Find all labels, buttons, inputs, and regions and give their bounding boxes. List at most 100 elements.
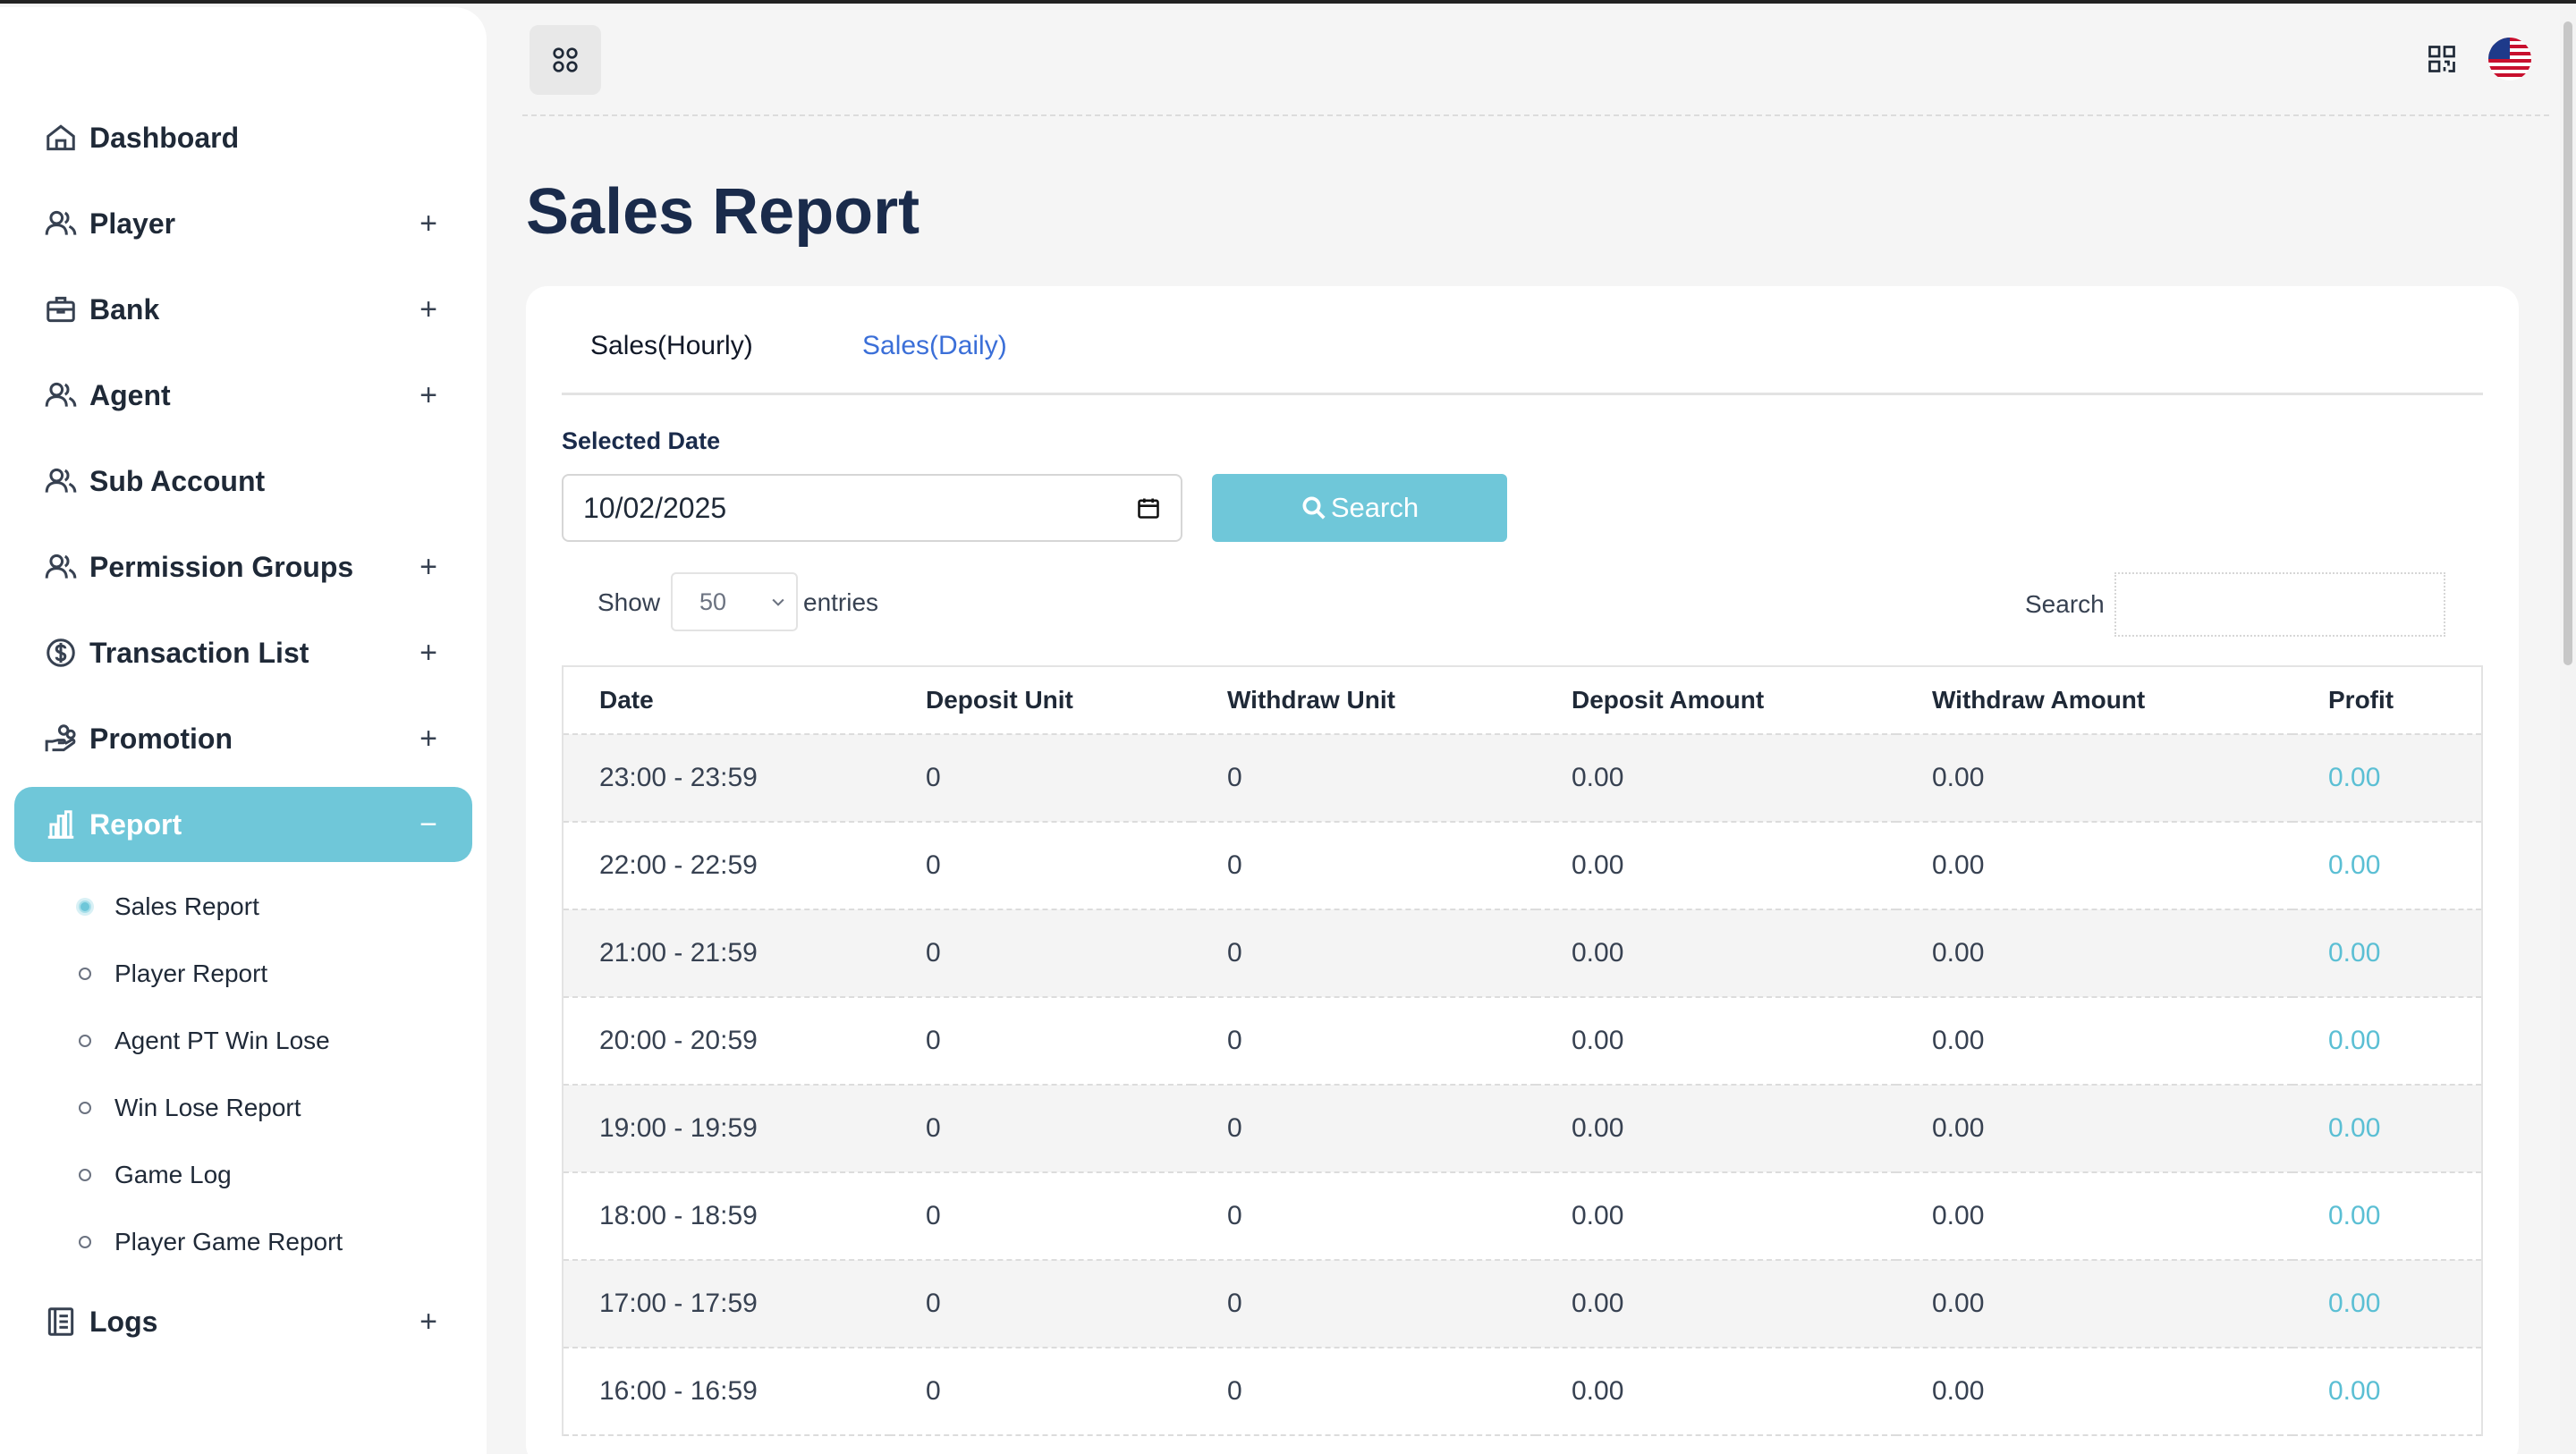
- submenu-item-player-report[interactable]: Player Report: [14, 940, 472, 1007]
- cell-deposit-unit: 0: [890, 1085, 1191, 1173]
- cell-withdraw-unit: 0: [1191, 822, 1536, 910]
- table-row: 20:00 - 20:59 0 0 0.00 0.00 0.00: [562, 997, 2483, 1086]
- column-header-date[interactable]: Date: [562, 665, 890, 735]
- cell-withdraw-amount: 0.00: [1896, 1172, 2292, 1261]
- submenu-item-win-lose-report[interactable]: Win Lose Report: [14, 1074, 472, 1141]
- page-scrollbar[interactable]: [2560, 4, 2576, 1454]
- submenu-item-label: Player Report: [114, 959, 268, 987]
- cell-profit: 0.00: [2292, 822, 2483, 910]
- sidebar-item-label: Transaction List: [89, 636, 309, 669]
- sidebar-item-label: Player: [89, 207, 176, 240]
- cell-deposit-unit: 0: [890, 734, 1191, 823]
- expand-plus-icon: +: [419, 1304, 437, 1339]
- column-header-profit[interactable]: Profit: [2292, 665, 2483, 735]
- sidebar-item-bank[interactable]: Bank +: [14, 272, 472, 347]
- table-search-input[interactable]: [2114, 572, 2445, 637]
- cell-deposit-unit: 0: [890, 1260, 1191, 1348]
- qr-code-icon[interactable]: [2426, 43, 2458, 75]
- cell-deposit-unit: 0: [890, 909, 1191, 998]
- sidebar-item-agent[interactable]: Agent +: [14, 358, 472, 433]
- cell-withdraw-unit: 0: [1191, 909, 1536, 998]
- entries-label: entries: [803, 588, 879, 616]
- cell-profit: 0.00: [2292, 734, 2483, 823]
- tab-sales-daily[interactable]: Sales(Daily): [862, 331, 1007, 361]
- cell-date: 23:00 - 23:59: [562, 734, 890, 823]
- submenu-item-label: Win Lose Report: [114, 1093, 301, 1121]
- cell-date: 17:00 - 17:59: [562, 1260, 890, 1348]
- sidebar-item-promotion[interactable]: Promotion +: [14, 701, 472, 776]
- expand-plus-icon: +: [419, 206, 437, 241]
- search-button[interactable]: Search: [1212, 474, 1507, 542]
- column-header-deposit-amount[interactable]: Deposit Amount: [1536, 665, 1896, 735]
- bar-chart-icon: [43, 807, 79, 842]
- sidebar-item-report[interactable]: Report −: [14, 787, 472, 862]
- column-header-withdraw-amount[interactable]: Withdraw Amount: [1896, 665, 2292, 735]
- expand-plus-icon: +: [419, 377, 437, 412]
- bullet-icon: [79, 1168, 91, 1181]
- date-value: 10/02/2025: [583, 491, 727, 524]
- cell-withdraw-unit: 0: [1191, 1085, 1536, 1173]
- table-row: 18:00 - 18:59 0 0 0.00 0.00 0.00: [562, 1172, 2483, 1261]
- sidebar-item-transaction-list[interactable]: Transaction List +: [14, 615, 472, 690]
- table-row: 17:00 - 17:59 0 0 0.00 0.00 0.00: [562, 1260, 2483, 1348]
- table-row: 22:00 - 22:59 0 0 0.00 0.00 0.00: [562, 822, 2483, 910]
- cell-profit: 0.00: [2292, 1348, 2483, 1436]
- calendar-icon[interactable]: [1136, 495, 1161, 520]
- document-icon: [43, 1304, 79, 1340]
- cell-deposit-amount: 0.00: [1536, 909, 1896, 998]
- cell-withdraw-amount: 0.00: [1896, 822, 2292, 910]
- sidebar-item-label: Promotion: [89, 722, 233, 755]
- sidebar-item-label: Logs: [89, 1305, 158, 1338]
- submenu-item-sales-report[interactable]: Sales Report: [14, 873, 472, 940]
- sidebar-item-label: Report: [89, 807, 182, 841]
- cell-date: 19:00 - 19:59: [562, 1085, 890, 1173]
- users-icon: [43, 377, 79, 413]
- sidebar-item-dashboard[interactable]: Dashboard: [14, 100, 472, 175]
- table-header-row: Date Deposit Unit Withdraw Unit Deposit …: [562, 665, 2483, 735]
- cell-withdraw-amount: 0.00: [1896, 1085, 2292, 1173]
- sidebar-item-player[interactable]: Player +: [14, 186, 472, 261]
- sidebar-item-logs[interactable]: Logs +: [14, 1284, 472, 1359]
- window-top-border: [0, 0, 2576, 4]
- expand-plus-icon: +: [419, 549, 437, 584]
- us-flag-icon[interactable]: [2488, 38, 2531, 80]
- bullet-icon: [79, 900, 91, 913]
- cell-date: 18:00 - 18:59: [562, 1172, 890, 1261]
- table-row: 16:00 - 16:59 0 0 0.00 0.00 0.00: [562, 1348, 2483, 1436]
- submenu-item-agent-pt-win-lose[interactable]: Agent PT Win Lose: [14, 1007, 472, 1074]
- expand-plus-icon: +: [419, 635, 437, 670]
- submenu-item-game-log[interactable]: Game Log: [14, 1141, 472, 1208]
- sidebar-item-permission-groups[interactable]: Permission Groups +: [14, 529, 472, 604]
- cell-deposit-amount: 0.00: [1536, 734, 1896, 823]
- column-header-deposit-unit[interactable]: Deposit Unit: [890, 665, 1191, 735]
- bullet-icon: [79, 1235, 91, 1248]
- cell-withdraw-amount: 0.00: [1896, 909, 2292, 998]
- cell-profit: 0.00: [2292, 1172, 2483, 1261]
- expand-plus-icon: +: [419, 721, 437, 756]
- dollar-circle-icon: [43, 635, 79, 671]
- submenu-item-player-game-report[interactable]: Player Game Report: [14, 1208, 472, 1275]
- chevron-down-icon: [772, 598, 784, 606]
- cell-deposit-amount: 0.00: [1536, 1085, 1896, 1173]
- sidebar: Dashboard Player + Bank + Agent + Sub Ac…: [0, 7, 487, 1454]
- cell-deposit-unit: 0: [890, 997, 1191, 1086]
- scrollbar-thumb[interactable]: [2563, 21, 2572, 665]
- collapse-minus-icon: −: [419, 807, 437, 841]
- column-header-withdraw-unit[interactable]: Withdraw Unit: [1191, 665, 1536, 735]
- search-button-label: Search: [1330, 492, 1419, 523]
- cell-deposit-amount: 0.00: [1536, 997, 1896, 1086]
- grid-icon: [553, 47, 578, 72]
- date-input[interactable]: 10/02/2025: [562, 474, 1182, 542]
- cell-withdraw-amount: 0.00: [1896, 1260, 2292, 1348]
- search-icon: [1302, 496, 1326, 520]
- table-row: 21:00 - 21:59 0 0 0.00 0.00 0.00: [562, 909, 2483, 998]
- menu-toggle-button[interactable]: [530, 25, 601, 95]
- entries-select[interactable]: 50: [671, 572, 798, 631]
- sidebar-item-sub-account[interactable]: Sub Account: [14, 444, 472, 519]
- bullet-icon: [79, 1034, 91, 1047]
- sidebar-item-label: Sub Account: [89, 464, 266, 497]
- cell-withdraw-amount: 0.00: [1896, 1348, 2292, 1436]
- tab-sales-hourly[interactable]: Sales(Hourly): [590, 331, 753, 361]
- header-divider: [522, 114, 2549, 116]
- sidebar-item-label: Agent: [89, 378, 171, 411]
